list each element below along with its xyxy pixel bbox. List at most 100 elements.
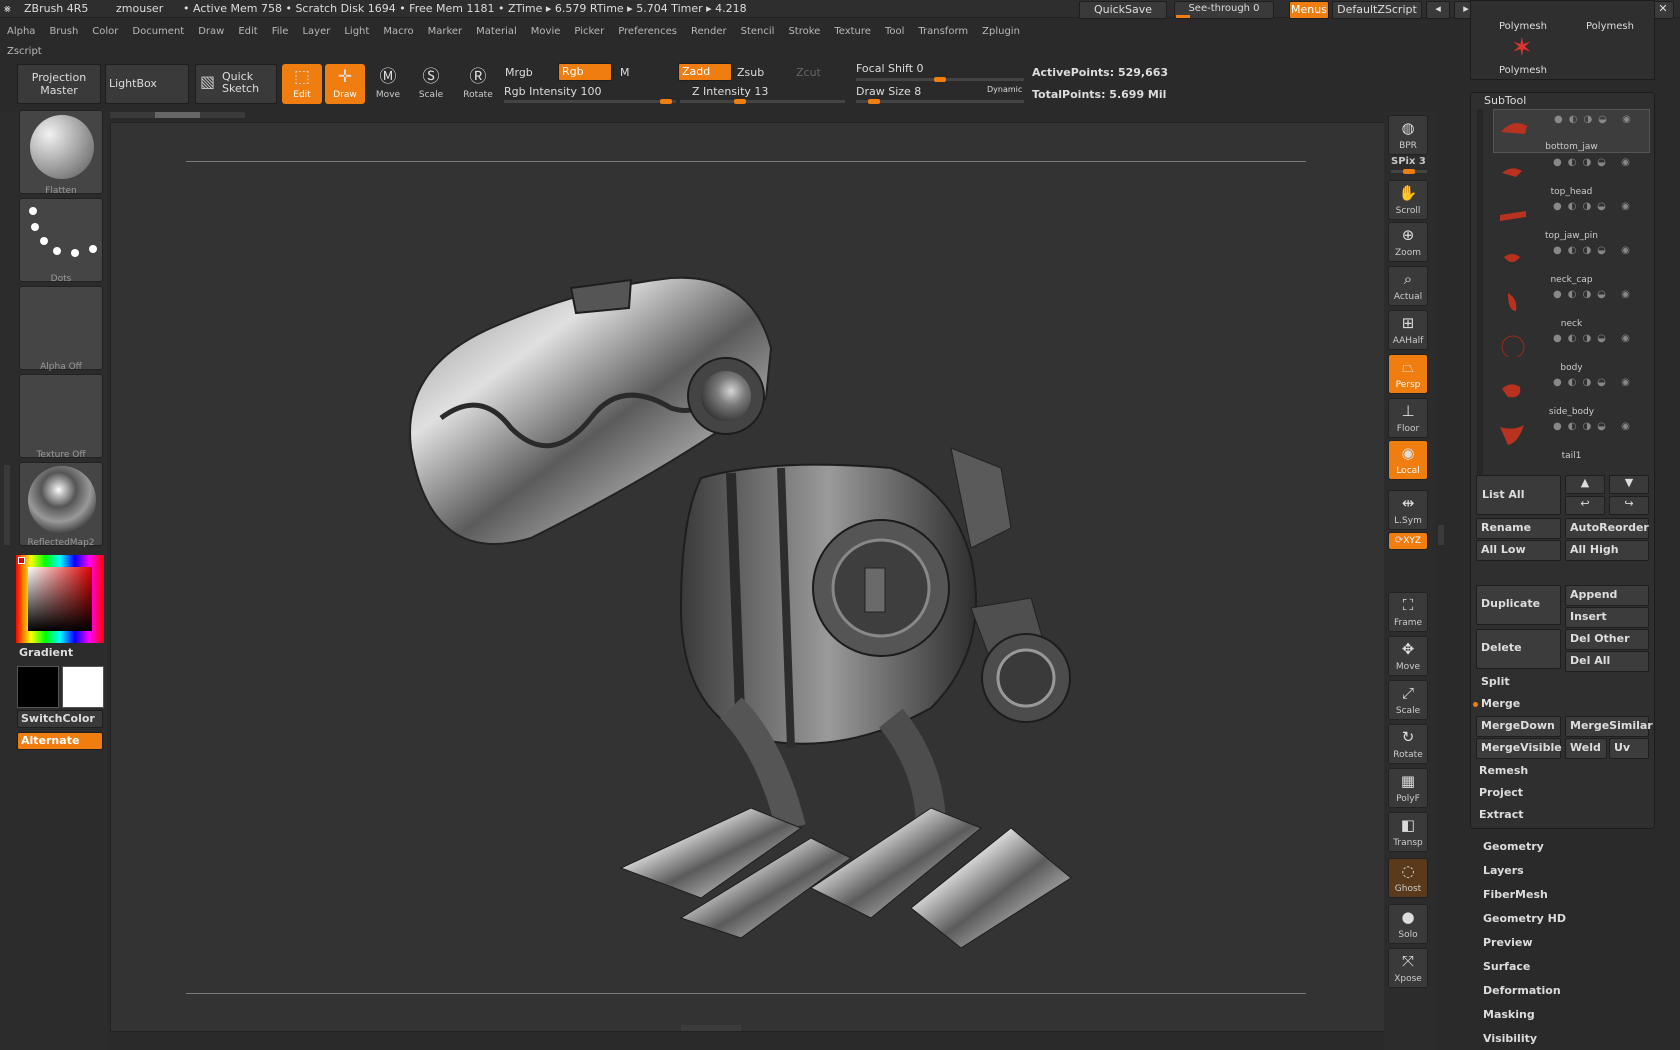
switch-color-button[interactable]: SwitchColor: [17, 710, 103, 728]
tool-thumb-polymesh-1[interactable]: Polymesh: [1499, 21, 1547, 32]
rotate-button[interactable]: ↻ Rotate: [1388, 724, 1428, 764]
solo-button[interactable]: ● Solo: [1388, 904, 1428, 944]
merge-down-button[interactable]: MergeDown: [1476, 716, 1561, 737]
mrgb-button[interactable]: Mrgb: [505, 66, 533, 79]
all-high-button[interactable]: All High: [1565, 540, 1649, 561]
menu-file[interactable]: File: [265, 22, 296, 42]
delete-button[interactable]: Delete: [1476, 629, 1561, 669]
section-preview[interactable]: Preview: [1483, 936, 1533, 949]
alpha-selector[interactable]: Alpha Off: [19, 286, 103, 372]
z-intensity-slider[interactable]: [680, 99, 845, 104]
alternate-button[interactable]: Alternate: [17, 732, 103, 750]
brush-selector[interactable]: Flatten: [19, 110, 103, 196]
subtool-item-tail1[interactable]: ●◐◑◒ ◉ tail1: [1493, 417, 1650, 461]
local-button[interactable]: ◉ Local: [1388, 440, 1428, 480]
frame-button[interactable]: ⛶ Frame: [1388, 592, 1428, 632]
projection-master-button[interactable]: Projection Master: [17, 64, 101, 104]
texture-selector[interactable]: Texture Off: [19, 374, 103, 460]
menu-edit[interactable]: Edit: [231, 22, 264, 42]
subtool-scrollbar[interactable]: [1477, 109, 1483, 489]
menu-texture[interactable]: Texture: [827, 22, 878, 42]
section-layers[interactable]: Layers: [1483, 864, 1524, 877]
rgb-intensity-slider[interactable]: [504, 99, 676, 104]
merge-visible-button[interactable]: MergeVisible: [1476, 738, 1562, 759]
menu-brush[interactable]: Brush: [42, 22, 85, 42]
document-canvas[interactable]: [110, 122, 1385, 1032]
rgb-intensity-handle[interactable]: [660, 99, 672, 104]
menu-macro[interactable]: Macro: [376, 22, 420, 42]
ghost-button[interactable]: ◌ Ghost: [1388, 858, 1428, 898]
main-color-swatch[interactable]: [17, 666, 59, 708]
scroll-button[interactable]: ✋ Scroll: [1388, 180, 1428, 220]
bpr-button[interactable]: ◍ BPR: [1388, 115, 1428, 155]
canvas-resize-handle[interactable]: [681, 1025, 741, 1031]
subtool-toggles-icon[interactable]: ●◐◑◒ ◉: [1553, 245, 1636, 256]
subtool-item-bottom-jaw[interactable]: ●◐◑◒ ◉ bottom_jaw: [1493, 109, 1650, 153]
arrow-right-icon[interactable]: ↪: [1609, 496, 1649, 515]
draw-size-slider[interactable]: [856, 99, 1024, 104]
move-button[interactable]: Ⓜ Move: [368, 64, 408, 104]
auto-reorder-button[interactable]: AutoReorder: [1565, 518, 1649, 539]
draw-size-handle[interactable]: [868, 99, 880, 104]
section-geometry-hd[interactable]: Geometry HD: [1483, 912, 1566, 925]
left-tray-handle[interactable]: [4, 465, 10, 545]
insert-button[interactable]: Insert: [1565, 607, 1649, 628]
merge-section[interactable]: Merge: [1481, 697, 1520, 710]
zbrush-logo-icon[interactable]: ⨳: [4, 2, 11, 16]
aahalf-button[interactable]: ⊞ AAHalf: [1388, 310, 1428, 350]
actual-button[interactable]: ⌕ Actual: [1388, 266, 1428, 306]
move-up-icon[interactable]: ▲: [1565, 475, 1605, 494]
polyf-button[interactable]: ▦ PolyF: [1388, 768, 1428, 808]
subtool-item-top-jaw-pin[interactable]: ●◐◑◒ ◉ top_jaw_pin: [1493, 197, 1650, 241]
lsym-button[interactable]: ⇹ L.Sym: [1388, 490, 1428, 530]
subtool-toggles-icon[interactable]: ●◐◑◒ ◉: [1553, 421, 1636, 432]
subtool-item-side-body[interactable]: ●◐◑◒ ◉ side_body: [1493, 373, 1650, 417]
subtool-item-neck[interactable]: ●◐◑◒ ◉ neck: [1493, 285, 1650, 329]
persp-button[interactable]: ⏢ Persp: [1388, 354, 1428, 394]
tool-thumb-polymesh-2[interactable]: Polymesh: [1586, 21, 1634, 32]
remesh-section[interactable]: Remesh: [1479, 764, 1528, 777]
subtool-item-top-head[interactable]: ●◐◑◒ ◉ top_head: [1493, 153, 1650, 197]
append-button[interactable]: Append: [1565, 585, 1649, 606]
menu-zplugin[interactable]: Zplugin: [975, 22, 1027, 42]
zoom-button[interactable]: ⊕ Zoom: [1388, 222, 1428, 262]
gradient-toggle[interactable]: Gradient: [19, 646, 73, 659]
xyz-button[interactable]: ⟳XYZ: [1388, 532, 1428, 550]
edit-button[interactable]: ⬚ Edit: [282, 64, 322, 104]
move-button[interactable]: ✥ Move: [1388, 636, 1428, 676]
project-section[interactable]: Project: [1479, 786, 1523, 799]
rotate-button[interactable]: Ⓡ Rotate: [458, 64, 498, 104]
tool-thumb-polymesh-3[interactable]: Polymesh: [1499, 65, 1547, 76]
merge-similar-button[interactable]: MergeSimilar: [1565, 716, 1653, 737]
section-deformation[interactable]: Deformation: [1483, 984, 1561, 997]
duplicate-button[interactable]: Duplicate: [1476, 585, 1561, 625]
menu-picker[interactable]: Picker: [567, 22, 611, 42]
menu-tool[interactable]: Tool: [878, 22, 911, 42]
shrink-ui-icon[interactable]: ◂: [1426, 1, 1450, 19]
focal-shift-slider[interactable]: [856, 77, 1024, 82]
section-fibermesh[interactable]: FiberMesh: [1483, 888, 1548, 901]
subtool-toggles-icon[interactable]: ●◐◑◒ ◉: [1553, 333, 1636, 344]
arrow-left-icon[interactable]: ↩: [1565, 496, 1605, 515]
split-section[interactable]: Split: [1481, 675, 1510, 688]
del-other-button[interactable]: Del Other: [1565, 629, 1649, 650]
zadd-button[interactable]: Zadd: [678, 63, 732, 81]
zcut-button[interactable]: Zcut: [796, 66, 821, 79]
stroke-selector[interactable]: Dots: [19, 198, 103, 284]
dynamic-button[interactable]: Dynamic: [987, 85, 1022, 94]
menu-render[interactable]: Render: [684, 22, 734, 42]
menu-transform[interactable]: Transform: [911, 22, 975, 42]
zsub-button[interactable]: Zsub: [737, 66, 764, 79]
right-tray-handle[interactable]: [1438, 525, 1444, 545]
subtool-toggles-icon[interactable]: ●◐◑◒ ◉: [1553, 289, 1636, 300]
scale-button[interactable]: Ⓢ Scale: [411, 64, 451, 104]
subtool-toggles-icon[interactable]: ●◐◑◒ ◉: [1553, 201, 1636, 212]
del-all-button[interactable]: Del All: [1565, 651, 1649, 672]
menu-material[interactable]: Material: [469, 22, 524, 42]
menu-document[interactable]: Document: [125, 22, 191, 42]
transp-button[interactable]: ◧ Transp: [1388, 812, 1428, 852]
move-down-icon[interactable]: ▼: [1609, 475, 1649, 494]
subtool-item-neck-cap[interactable]: ●◐◑◒ ◉ neck_cap: [1493, 241, 1650, 285]
polymesh-star-icon[interactable]: ✶: [1511, 33, 1533, 63]
section-geometry[interactable]: Geometry: [1483, 840, 1544, 853]
